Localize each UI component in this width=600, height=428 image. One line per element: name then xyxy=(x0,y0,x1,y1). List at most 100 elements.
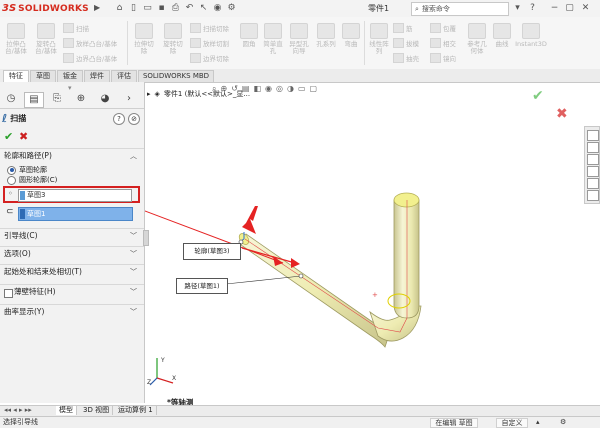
tab-model[interactable]: 模型 xyxy=(56,406,77,415)
new-document-icon[interactable]: ▯ xyxy=(128,3,139,14)
fillet-button[interactable]: 圆角 xyxy=(238,23,260,48)
chevron-up-icon: ︿ xyxy=(130,152,137,160)
callout-path[interactable]: 路径(草图1) xyxy=(176,278,228,294)
tab-evaluate[interactable]: 评估 xyxy=(111,70,137,82)
scene-icon[interactable]: ▭ xyxy=(298,84,306,98)
display-style-icon[interactable]: ◉ xyxy=(265,84,272,98)
extrude-cut-button[interactable]: 拉伸切 除 xyxy=(131,23,157,55)
edit-appearance-icon[interactable]: ◑ xyxy=(287,84,294,98)
feature-manager-icon[interactable]: ◷ xyxy=(2,92,20,106)
flex-button[interactable]: 弯曲 xyxy=(340,23,362,48)
rebuild-icon[interactable]: ◉ xyxy=(212,3,223,14)
units-dropdown-icon[interactable]: ▴ xyxy=(536,417,540,428)
configuration-manager-icon[interactable]: ⎘ xyxy=(48,92,66,106)
loft-boss-button[interactable]: 放样凸台/基体 xyxy=(63,38,117,48)
boundary-boss-button[interactable]: 边界凸台/基体 xyxy=(63,53,117,63)
shell-button[interactable]: 抽壳 xyxy=(393,53,419,63)
revolve-boss-button[interactable]: 旋转凸 台/基体 xyxy=(33,23,59,55)
profile-leader-arrowhead xyxy=(291,258,300,268)
minimize-icon[interactable]: − xyxy=(548,2,561,15)
swept-cut-button[interactable]: 扫描切除 xyxy=(190,23,229,33)
draft-button[interactable]: 拔模 xyxy=(393,38,419,48)
sweep-button[interactable]: 扫描 xyxy=(63,23,89,33)
design-library-icon[interactable] xyxy=(587,142,599,153)
display-manager-icon[interactable]: ◕ xyxy=(96,92,114,106)
confirm-corner-cancel-icon[interactable]: ✖ xyxy=(556,106,568,122)
pin-icon[interactable]: ⊘ xyxy=(128,113,140,125)
radio-circular-profile[interactable]: 圆形轮廓(C) xyxy=(7,175,57,185)
hole-series-button[interactable]: 孔系列 xyxy=(313,23,339,48)
curves-button[interactable]: 曲线 xyxy=(491,23,513,48)
section-guide-curves[interactable]: 引导线(C) ﹀ xyxy=(0,228,144,243)
help-question-icon[interactable]: ? xyxy=(526,2,539,15)
search-dropdown-icon[interactable]: ▾ xyxy=(511,2,524,15)
open-folder-icon[interactable]: ▭ xyxy=(142,3,153,14)
confirm-corner-accept-icon[interactable]: ✔ xyxy=(532,88,544,104)
instant3d-button[interactable]: Instant3D xyxy=(515,23,547,48)
undo-icon[interactable]: ↶ xyxy=(184,3,195,14)
save-icon[interactable]: ▪ xyxy=(156,3,167,14)
hide-show-icon[interactable]: ◎ xyxy=(276,84,283,98)
linear-pattern-label: 线性阵 列 xyxy=(369,40,389,55)
ok-check-button[interactable]: ✔ xyxy=(4,130,13,143)
restore-icon[interactable]: ▢ xyxy=(563,2,576,15)
status-more-icon[interactable]: ⚙ xyxy=(560,417,566,428)
revolve-cut-button[interactable]: 旋转切 除 xyxy=(160,23,186,55)
solidworks-resources-icon[interactable] xyxy=(587,130,599,141)
file-explorer-icon[interactable] xyxy=(587,154,599,165)
feature-tree-breadcrumb[interactable]: ▸ ◈ 零件1 (默认<<默认>_显... xyxy=(147,89,250,99)
boundary-boss-label: 边界凸台/基体 xyxy=(76,55,118,63)
view-orientation-icon[interactable]: ◧ xyxy=(253,84,261,98)
profile-selection-field[interactable]: 草图3 xyxy=(18,189,132,202)
path-selection-field[interactable]: 草图1 xyxy=(18,207,133,221)
simple-hole-label: 简单直 孔 xyxy=(263,40,283,55)
radio-circular-profile-label: 圆形轮廓(C) xyxy=(19,176,58,184)
origin-marker: + xyxy=(372,291,378,299)
radio-sketch-profile[interactable]: 草图轮廓 xyxy=(7,165,47,175)
wrap-button[interactable]: 包覆 xyxy=(430,23,456,33)
tab-motion-study[interactable]: 运动算例 1 xyxy=(115,406,157,415)
rib-button[interactable]: 筋 xyxy=(393,23,413,33)
intersect-button[interactable]: 相交 xyxy=(430,38,456,48)
triad-x-label: X xyxy=(172,375,176,382)
callout-profile[interactable]: 轮廓(草图3) xyxy=(183,243,241,260)
custom-properties-icon[interactable] xyxy=(587,190,599,201)
section-thin-feature[interactable]: 薄壁特征(H) ﹀ xyxy=(0,284,144,299)
dimxpert-icon[interactable]: ⊕ xyxy=(72,92,90,106)
section-profile-path[interactable]: 轮廓和路径(P) ︿ xyxy=(0,148,144,163)
command-search-input[interactable]: ⌕ 搜索命令 xyxy=(411,2,509,16)
property-manager-icon[interactable]: ▤ xyxy=(24,92,44,108)
simple-hole-button[interactable]: 简单直 孔 xyxy=(261,23,285,55)
loft-cut-button[interactable]: 放样切割 xyxy=(190,38,229,48)
view-settings-icon[interactable]: ▢ xyxy=(310,84,318,98)
tab-weldments[interactable]: 焊件 xyxy=(84,70,110,82)
panel-more-icon[interactable]: › xyxy=(120,92,138,106)
section-options[interactable]: 选项(O) ﹀ xyxy=(0,246,144,261)
help-icon[interactable]: ? xyxy=(113,113,125,125)
close-icon[interactable]: ✕ xyxy=(579,2,592,15)
tab-sketch[interactable]: 草图 xyxy=(30,70,56,82)
options-gear-icon[interactable]: ⚙ xyxy=(226,3,237,14)
section-start-end-tangency[interactable]: 起始处和结束处相切(T) ﹀ xyxy=(0,264,144,279)
linear-pattern-button[interactable]: 线性阵 列 xyxy=(367,23,391,55)
extrude-boss-button[interactable]: 拉伸凸 台/基体 xyxy=(3,23,29,55)
appearances-icon[interactable] xyxy=(587,178,599,189)
tab-mbd[interactable]: SOLIDWORKS MBD xyxy=(138,70,214,82)
print-icon[interactable]: ⎙ xyxy=(170,3,181,14)
tab-nav-icons[interactable]: ◂◂ ◂ ▸ ▸▸ xyxy=(4,406,32,414)
tab-3d-views[interactable]: 3D 视图 xyxy=(80,406,114,415)
menu-expand-icon[interactable]: ▶ xyxy=(94,3,104,14)
select-cursor-icon[interactable]: ↖ xyxy=(198,3,209,14)
thin-feature-checkbox[interactable] xyxy=(4,289,13,298)
boundary-cut-button[interactable]: 边界切除 xyxy=(190,53,229,63)
command-tabs: 特征 草图 钣金 焊件 评估 SOLIDWORKS MBD xyxy=(0,69,600,83)
view-palette-icon[interactable] xyxy=(587,166,599,177)
reference-geometry-button[interactable]: 参考几 何体 xyxy=(464,23,490,55)
section-curvature-display[interactable]: 曲率显示(Y) ﹀ xyxy=(0,304,144,319)
mirror-button[interactable]: 镜向 xyxy=(430,53,456,63)
flex-icon xyxy=(342,23,360,39)
home-icon[interactable]: ⌂ xyxy=(114,3,125,14)
tab-sheet-metal[interactable]: 钣金 xyxy=(57,70,83,82)
hole-wizard-button[interactable]: 异型孔 向导 xyxy=(286,23,312,55)
cancel-x-button[interactable]: ✖ xyxy=(19,130,28,143)
